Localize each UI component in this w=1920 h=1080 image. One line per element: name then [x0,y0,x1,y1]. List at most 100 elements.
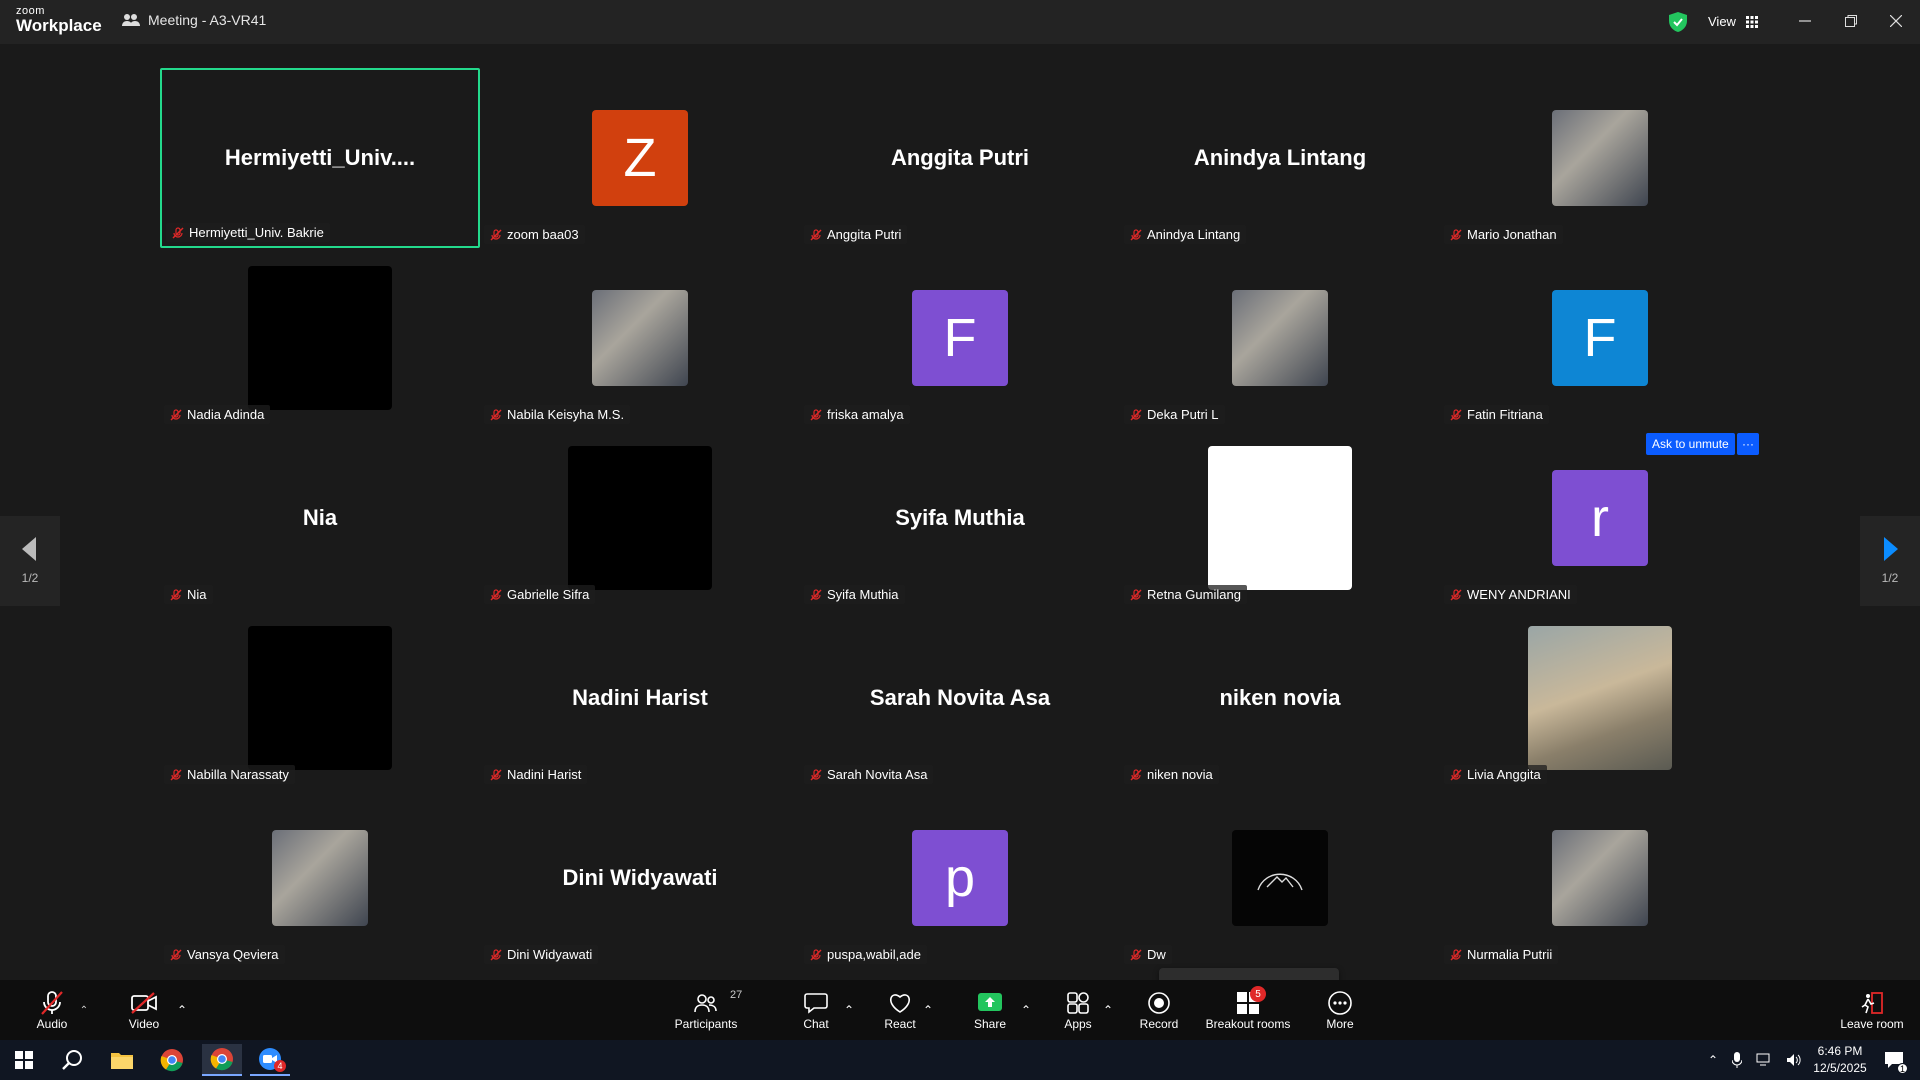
mic-muted-icon [1130,408,1142,420]
ask-to-unmute-button[interactable]: Ask to unmute [1646,433,1735,455]
participant-tile[interactable]: Gabrielle Sifra [480,428,800,608]
participant-tile[interactable]: niken novia niken novia [1120,608,1440,788]
audio-options-caret[interactable]: ⌃ [76,984,92,1036]
meeting-title[interactable]: Meeting - A3-VR41 [122,12,266,28]
participant-tile[interactable]: F Fatin Fitriana [1440,248,1760,428]
participant-name: niken novia [1147,767,1213,782]
participant-avatar: F [1552,290,1648,386]
participant-name: Syifa Muthia [827,587,899,602]
breakout-rooms-button[interactable]: 5 Breakout rooms [1204,984,1292,1036]
taskbar-clock[interactable]: 6:46 PM 12/5/2025 [1800,1043,1880,1077]
chat-button[interactable]: Chat [796,984,836,1036]
close-button[interactable] [1881,8,1911,34]
participant-tile[interactable]: Livia Anggita [1440,608,1760,788]
caret-up-icon: ⌃ [1020,1003,1032,1017]
video-options-caret[interactable]: ⌃ [174,984,190,1036]
start-button[interactable] [4,1044,44,1076]
participant-tile[interactable]: Hermiyetti_Univ.... Hermiyetti_Univ. Bakr… [160,68,480,248]
minimize-button[interactable] [1790,8,1820,34]
tile-more-options-button[interactable]: ··· [1737,433,1759,455]
participant-name: friska amalya [827,407,904,422]
chat-options-caret[interactable]: ⌃ [841,984,857,1036]
participant-name: WENY ANDRIANI [1467,587,1571,602]
participants-button[interactable]: 27 Participants [670,984,743,1036]
participant-avatar [248,626,392,770]
participant-tile[interactable]: Deka Putri L [1120,248,1440,428]
prev-page-button[interactable]: 1/2 [0,516,60,606]
search-button[interactable] [52,1044,92,1076]
participant-tile[interactable]: p puspa,wabil,ade [800,788,1120,968]
notification-center-button[interactable]: 1 [1874,1044,1914,1076]
next-page-button[interactable]: 1/2 [1860,516,1920,606]
view-button[interactable]: View [1700,8,1766,35]
share-options-caret[interactable]: ⌃ [1018,984,1034,1036]
share-label: Share [973,1017,1007,1031]
react-options-caret[interactable]: ⌃ [920,984,936,1036]
network-icon[interactable] [1756,1053,1772,1067]
participant-name: Mario Jonathan [1467,227,1557,242]
chrome-button[interactable] [152,1044,192,1076]
more-button[interactable]: More [1322,984,1358,1036]
mic-muted-icon [810,228,822,240]
video-off-icon [131,992,157,1014]
video-button[interactable]: Video [120,984,168,1036]
clock-time: 6:46 PM [1817,1044,1863,1058]
participant-tile[interactable]: Vansya Qeviera [160,788,480,968]
participant-tile[interactable]: Dw [1120,788,1440,968]
participant-tile[interactable]: Sarah Novita Asa Sarah Novita Asa [800,608,1120,788]
video-gallery: 1/2 1/2 5 unassigned participants Hermiy… [0,44,1920,1018]
microphone-icon[interactable] [1732,1052,1743,1068]
participant-name: Nabilla Narassaty [187,767,289,782]
participant-tile[interactable]: Nabila Keisyha M.S. [480,248,800,428]
participant-tile[interactable]: Anindya Lintang Anindya Lintang [1120,68,1440,248]
security-shield-icon[interactable] [1666,10,1690,34]
apps-label: Apps [1064,1017,1092,1031]
participant-name: Nurmalia Putrii [1467,947,1553,962]
participant-name: Anindya Lintang [1147,227,1241,242]
share-button[interactable]: Share [970,984,1010,1036]
react-button[interactable]: React [880,984,920,1036]
mic-muted-icon [1450,408,1462,420]
mic-muted-icon [170,408,182,420]
participant-name-label: Nadia Adinda [164,405,271,424]
zoom-taskbar-button[interactable]: 4 [250,1044,290,1076]
participant-tile[interactable]: r WENY ANDRIANI [1440,428,1760,608]
participant-tile[interactable]: Nia Nia [160,428,480,608]
participant-tile[interactable]: Retna Gumilang [1120,428,1440,608]
clock-date: 12/5/2025 [1813,1061,1867,1075]
restore-button[interactable] [1836,8,1866,34]
participant-tile[interactable]: Nabilla Narassaty [160,608,480,788]
windows-logo-icon [15,1051,33,1069]
participant-tile[interactable]: Ffriska amalya [800,248,1120,428]
participant-name: Nadini Harist [507,767,582,782]
restore-icon [1845,15,1857,27]
leave-room-button[interactable]: Leave room [1838,984,1906,1036]
participants-icon [694,994,717,1013]
participant-name: Nia [187,587,207,602]
close-icon [1890,15,1902,27]
participant-tile[interactable]: Nadia Adinda [160,248,480,428]
participant-tile[interactable]: Syifa Muthia Syifa Muthia [800,428,1120,608]
participant-name: Dini Widyawati [507,947,593,962]
mic-muted-icon [490,768,502,780]
file-explorer-button[interactable] [102,1044,142,1076]
chrome-active-button[interactable] [202,1044,242,1076]
participant-tile[interactable]: Anggita Putri Anggita Putri [800,68,1120,248]
audio-button[interactable]: Audio [28,984,76,1036]
participant-tile[interactable]: Dini Widyawati Dini Widyawati [480,788,800,968]
participant-avatar: F [912,290,1008,386]
system-tray: ⌃ [1708,1040,1802,1080]
participant-avatar [248,266,392,410]
participant-tile[interactable]: Nurmalia Putrii [1440,788,1760,968]
participant-name-label: Hermiyetti_Univ. Bakrie [166,223,330,242]
participant-tile[interactable]: Nadini Harist Nadini Harist [480,608,800,788]
apps-button[interactable]: Apps [1060,984,1096,1036]
participant-name: puspa,wabil,ade [827,947,921,962]
participant-tile[interactable]: Mario Jonathan [1440,68,1760,248]
participant-tile[interactable]: Zzoom baa03 [480,68,800,248]
record-button[interactable]: Record [1138,984,1180,1036]
tray-overflow-chevron-icon[interactable]: ⌃ [1708,1053,1718,1067]
participant-avatar [568,446,712,590]
participant-display-name: Anggita Putri [890,145,1030,170]
apps-options-caret[interactable]: ⌃ [1100,984,1116,1036]
